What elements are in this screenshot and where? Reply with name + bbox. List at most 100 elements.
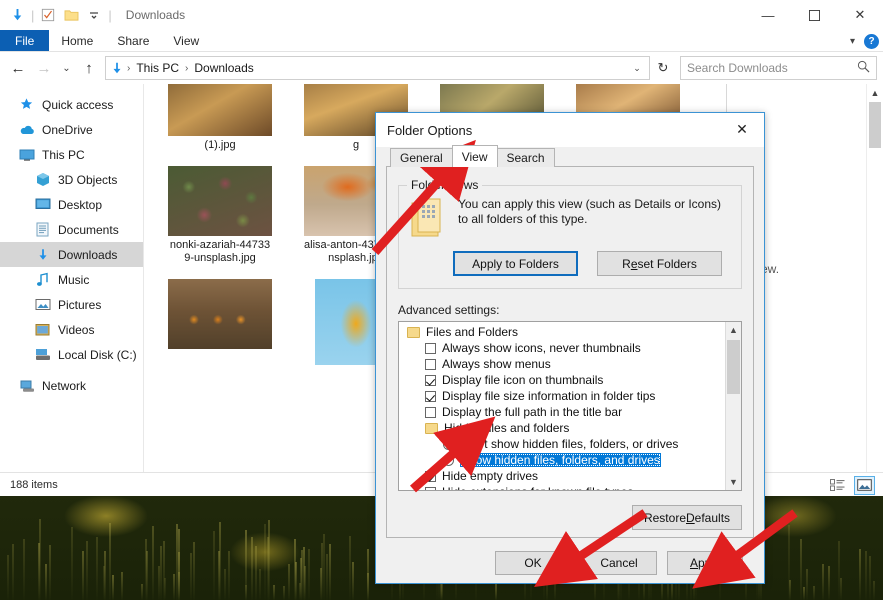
- dialog-close-button[interactable]: ✕: [720, 113, 764, 145]
- scroll-up-arrow-icon[interactable]: ▲: [867, 84, 883, 101]
- ribbon-tab-home[interactable]: Home: [49, 30, 105, 51]
- list-item[interactable]: Display file icon on thumbnails: [399, 372, 741, 388]
- list-item[interactable]: Always show menus: [399, 356, 741, 372]
- list-item[interactable]: Hide extensions for known file types: [399, 484, 741, 491]
- folder-views-group: Folder views You can a: [398, 185, 742, 289]
- wallpaper-detail: [859, 549, 861, 600]
- sidebar-item-label: Desktop: [58, 198, 102, 212]
- checkbox[interactable]: [425, 391, 436, 402]
- tab-view[interactable]: View: [452, 145, 498, 167]
- breadcrumb[interactable]: › This PC › Downloads ⌄: [105, 56, 650, 80]
- wallpaper-detail: [82, 551, 84, 600]
- sidebar-item-documents[interactable]: Documents: [0, 217, 143, 242]
- tab-page-view: Folder views You can a: [386, 166, 754, 538]
- advanced-settings-list[interactable]: Files and Folders Always show icons, nev…: [398, 321, 742, 491]
- wallpaper-detail: [245, 530, 247, 600]
- sidebar-item-onedrive[interactable]: OneDrive: [0, 117, 143, 142]
- sidebar-item-pictures[interactable]: Pictures: [0, 292, 143, 317]
- radio-button[interactable]: [443, 455, 454, 466]
- sidebar-item-videos[interactable]: Videos: [0, 317, 143, 342]
- breadcrumb-downloads[interactable]: Downloads: [191, 61, 256, 75]
- folder-views-legend: Folder views: [407, 178, 482, 192]
- scrollbar-thumb[interactable]: [727, 340, 740, 394]
- restore-defaults-button[interactable]: Restore Defaults: [632, 505, 742, 530]
- checkbox[interactable]: [425, 359, 436, 370]
- cancel-button[interactable]: Cancel: [581, 551, 657, 575]
- large-icons-view-button[interactable]: [854, 476, 875, 495]
- wallpaper-detail: [326, 554, 328, 600]
- list-scrollbar[interactable]: ▲ ▼: [725, 322, 741, 490]
- up-button[interactable]: ↑: [77, 56, 101, 80]
- list-item[interactable]: Display the full path in the title bar: [399, 404, 741, 420]
- folder-icon: [425, 423, 438, 434]
- sidebar-item-music[interactable]: Music: [0, 267, 143, 292]
- recent-locations-button[interactable]: ⌄: [58, 56, 75, 80]
- checkbox[interactable]: [425, 375, 436, 386]
- help-icon[interactable]: ?: [864, 34, 879, 49]
- content-scrollbar[interactable]: ▲: [866, 84, 883, 472]
- sidebar-item-label: This PC: [42, 148, 85, 162]
- wallpaper-detail: [300, 558, 302, 600]
- folder-views-row: You can apply this view (such as Details…: [408, 197, 732, 241]
- wallpaper-detail: [71, 527, 73, 600]
- checkbox[interactable]: [425, 471, 436, 482]
- sidebar-item-network[interactable]: Network: [0, 373, 143, 398]
- breadcrumb-this-pc[interactable]: This PC: [133, 61, 182, 75]
- tab-search[interactable]: Search: [497, 148, 555, 167]
- list-item[interactable]: (1).jpg: [168, 84, 272, 152]
- list-item[interactable]: Don't show hidden files, folders, or dri…: [399, 436, 741, 452]
- address-dropdown-icon[interactable]: ⌄: [629, 63, 645, 74]
- list-item[interactable]: Hidden files and folders: [399, 420, 741, 436]
- forward-button[interactable]: →: [32, 56, 56, 80]
- refresh-button[interactable]: ↻: [652, 56, 674, 80]
- sidebar-item-desktop[interactable]: Desktop: [0, 192, 143, 217]
- scroll-down-arrow-icon[interactable]: ▼: [726, 474, 741, 490]
- sidebar-item-3d-objects[interactable]: 3D Objects: [0, 167, 143, 192]
- search-icon[interactable]: [857, 60, 870, 76]
- minimize-button[interactable]: —: [745, 0, 791, 30]
- checkbox[interactable]: [425, 487, 436, 492]
- list-item[interactable]: [168, 279, 272, 368]
- list-item[interactable]: Display file size information in folder …: [399, 388, 741, 404]
- list-item[interactable]: Always show icons, never thumbnails: [399, 340, 741, 356]
- maximize-button[interactable]: [791, 0, 837, 30]
- download-icon[interactable]: [8, 6, 26, 24]
- sidebar-item-local-disk-c[interactable]: Local Disk (C:): [0, 342, 143, 367]
- search-input[interactable]: Search Downloads: [680, 56, 877, 80]
- list-item[interactable]: nonki-azariah-447339-unsplash.jpg: [168, 166, 272, 265]
- checklist-icon[interactable]: [39, 6, 57, 24]
- ribbon-tab-file[interactable]: File: [0, 30, 49, 51]
- reset-folders-button[interactable]: Reset Folders: [597, 251, 722, 276]
- list-item-selected[interactable]: Show hidden files, folders, and drives: [399, 452, 741, 468]
- sidebar-item-this-pc[interactable]: This PC: [0, 142, 143, 167]
- checkbox[interactable]: [425, 343, 436, 354]
- scroll-up-arrow-icon[interactable]: ▲: [726, 322, 741, 338]
- ribbon-tab-share[interactable]: Share: [105, 30, 161, 51]
- apply-button[interactable]: Apply: [667, 551, 743, 575]
- wallpaper-detail: [869, 556, 871, 600]
- apply-to-folders-button[interactable]: Apply to Folders: [453, 251, 578, 276]
- sidebar-item-quick-access[interactable]: Quick access: [0, 92, 143, 117]
- back-button[interactable]: ←: [6, 56, 30, 80]
- scrollbar-thumb[interactable]: [869, 102, 881, 148]
- dropdown-icon[interactable]: [85, 6, 103, 24]
- wallpaper-detail: [152, 526, 154, 600]
- chevron-down-icon[interactable]: ▾: [850, 36, 855, 47]
- close-button[interactable]: ✕: [837, 0, 883, 30]
- breadcrumb-separator-1: ›: [127, 63, 130, 74]
- ribbon-tab-strip: File Home Share View ▾ ?: [0, 30, 883, 52]
- list-item[interactable]: Files and Folders: [399, 324, 741, 340]
- file-name: nonki-azariah-447339-unsplash.jpg: [168, 239, 272, 265]
- explorer-title-bar: | | Downloads — ✕: [0, 0, 883, 30]
- folder-icon[interactable]: [62, 6, 80, 24]
- ok-button[interactable]: OK: [495, 551, 571, 575]
- wallpaper-detail: [323, 534, 325, 600]
- radio-button[interactable]: [443, 439, 454, 450]
- tab-general[interactable]: General: [390, 148, 453, 167]
- list-item[interactable]: Hide empty drives: [399, 468, 741, 484]
- sidebar-item-downloads[interactable]: Downloads: [0, 242, 143, 267]
- details-view-button[interactable]: [827, 476, 848, 495]
- checkbox[interactable]: [425, 407, 436, 418]
- ribbon-tab-view[interactable]: View: [161, 30, 211, 51]
- apply-suffix: pply: [698, 556, 720, 570]
